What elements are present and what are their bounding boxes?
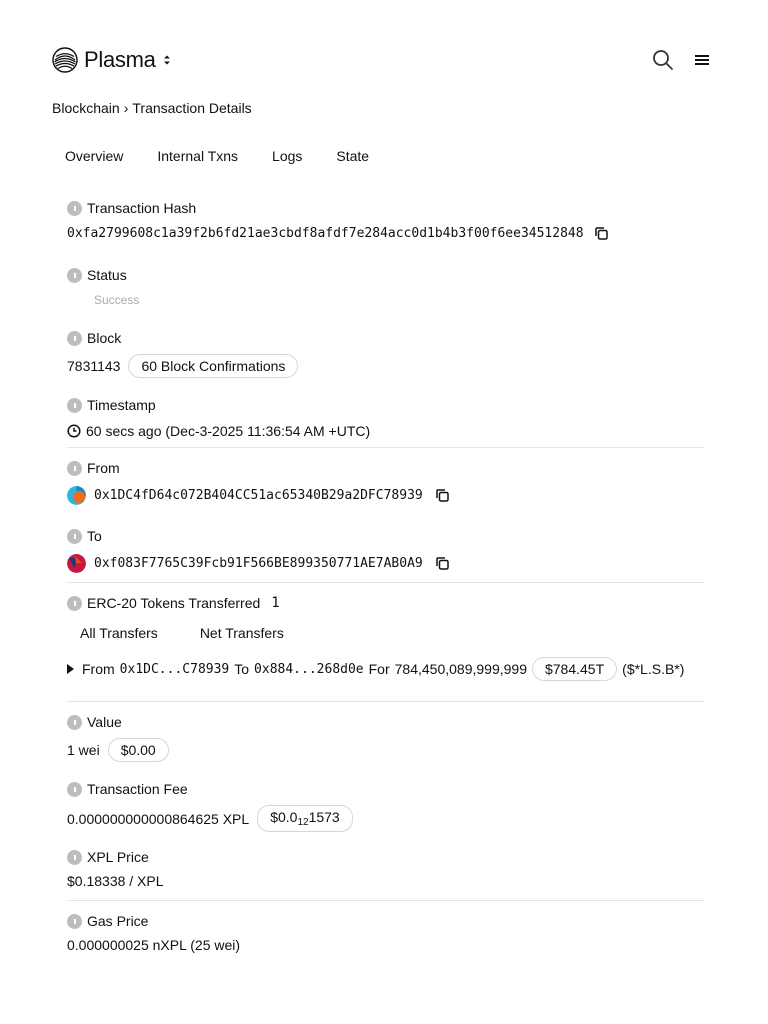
status-badge: Success	[94, 293, 140, 307]
divider	[67, 900, 704, 901]
gas-price-section: Gas Price 0.000000025 nXPL (25 wei)	[67, 913, 704, 953]
divider	[67, 582, 704, 583]
transfer-amount: 784,450,089,999,999	[394, 661, 527, 677]
fee-usd-zero-count: 12	[297, 817, 309, 828]
token-transfer-row: From 0x1DC...C78939 To 0x884...268d0e Fo…	[67, 657, 704, 681]
status-label: Status	[87, 267, 127, 283]
tab-overview[interactable]: Overview	[52, 146, 136, 166]
timestamp-label: Timestamp	[87, 397, 156, 413]
block-label: Block	[87, 330, 122, 346]
tab-internal-txns[interactable]: Internal Txns	[144, 146, 251, 166]
transfer-to-word: To	[234, 661, 250, 677]
breadcrumb-current: Transaction Details	[132, 100, 252, 116]
transaction-hash-value: 0xfa2799608c1a39f2b6fd21ae3cbdf8afdf7e28…	[67, 226, 584, 241]
copy-icon[interactable]	[594, 226, 609, 241]
transfer-token-symbol[interactable]: ($*L.S.B*)	[622, 661, 684, 677]
transaction-fee-amount: 0.000000000000864625 XPL	[67, 810, 250, 827]
to-section: To 0xf083F7765C39Fcb91F566BE899350771AE7…	[67, 528, 704, 573]
search-icon	[653, 50, 673, 70]
divider	[67, 447, 704, 448]
from-address[interactable]: 0x1DC4fD64c072B404CC51ac65340B29a2DFC789…	[94, 488, 423, 503]
plasma-logo-icon	[52, 47, 78, 73]
breadcrumb-parent[interactable]: Blockchain	[52, 100, 120, 116]
timestamp-value: 60 secs ago (Dec-3-2025 11:36:54 AM +UTC…	[86, 423, 371, 439]
transfer-for-word: For	[368, 661, 390, 677]
tab-state[interactable]: State	[323, 146, 382, 166]
copy-icon[interactable]	[435, 556, 450, 571]
xpl-price-label: XPL Price	[87, 849, 149, 865]
gas-price-value: 0.000000025 nXPL (25 wei)	[67, 937, 241, 953]
search-button[interactable]	[652, 49, 674, 71]
erc20-tokens-count: 1	[271, 595, 280, 611]
from-address-avatar	[67, 486, 86, 505]
timestamp-section: Timestamp 60 secs ago (Dec-3-2025 11:36:…	[67, 397, 704, 439]
transfer-to-address[interactable]: 0x884...268d0e	[254, 662, 364, 677]
header-actions	[652, 49, 710, 71]
expand-caret-icon[interactable]	[67, 664, 74, 674]
tab-net-transfers[interactable]: Net Transfers	[187, 623, 297, 643]
transfer-usd-badge: $784.45T	[531, 657, 618, 681]
transaction-fee-usd-badge: $0.0121573	[257, 805, 353, 832]
info-icon[interactable]	[67, 460, 82, 476]
info-icon[interactable]	[67, 200, 82, 216]
value-amount: 1 wei	[67, 742, 100, 758]
transaction-hash-label: Transaction Hash	[87, 200, 197, 216]
clock-icon	[67, 424, 81, 438]
breadcrumb-separator: ›	[123, 100, 129, 116]
copy-icon[interactable]	[435, 488, 450, 503]
tab-logs[interactable]: Logs	[259, 146, 315, 166]
xpl-price-value: $0.18338 / XPL	[67, 873, 164, 889]
network-selector[interactable]: Plasma	[52, 47, 172, 73]
transaction-fee-section: Transaction Fee 0.000000000000864625 XPL…	[67, 781, 704, 832]
erc20-tokens-section: ERC-20 Tokens Transferred 1 All Transfer…	[67, 595, 704, 681]
xpl-price-section: XPL Price $0.18338 / XPL	[67, 849, 704, 889]
block-confirmations-badge: 60 Block Confirmations	[128, 354, 299, 378]
fee-usd-prefix: $0.0	[270, 809, 298, 825]
status-section: Status Success	[67, 267, 704, 307]
hamburger-menu-icon	[695, 55, 709, 65]
info-icon[interactable]	[67, 714, 82, 730]
info-icon[interactable]	[67, 528, 82, 544]
info-icon[interactable]	[67, 595, 82, 611]
sort-arrows-icon	[163, 55, 170, 65]
transaction-fee-label: Transaction Fee	[87, 781, 188, 797]
to-address-avatar	[67, 554, 86, 573]
top-header: Plasma	[52, 44, 710, 76]
from-label: From	[87, 460, 120, 476]
info-icon[interactable]	[67, 849, 82, 865]
info-icon[interactable]	[67, 397, 82, 413]
block-number[interactable]: 7831143	[67, 358, 120, 374]
block-section: Block 7831143 60 Block Confirmations	[67, 330, 704, 378]
transfer-from-address[interactable]: 0x1DC...C78939	[120, 662, 230, 677]
from-section: From 0x1DC4fD64c072B404CC51ac65340B29a2D…	[67, 460, 704, 505]
transfer-from-word: From	[82, 661, 115, 677]
fee-usd-suffix: 1573	[308, 809, 340, 825]
info-icon[interactable]	[67, 330, 82, 346]
brand-name: Plasma	[84, 47, 156, 72]
menu-button[interactable]	[694, 53, 710, 67]
divider	[67, 701, 704, 702]
to-address[interactable]: 0xf083F7765C39Fcb91F566BE899350771AE7AB0…	[94, 556, 423, 571]
transaction-hash-section: Transaction Hash 0xfa2799608c1a39f2b6fd2…	[67, 200, 704, 241]
transfer-tabs: All Transfers Net Transfers	[67, 623, 704, 643]
breadcrumb: Blockchain › Transaction Details	[52, 100, 252, 116]
info-icon[interactable]	[67, 781, 82, 797]
value-label: Value	[87, 714, 122, 730]
detail-tabs: Overview Internal Txns Logs State	[52, 146, 390, 166]
gas-price-label: Gas Price	[87, 913, 149, 929]
value-section: Value 1 wei $0.00	[67, 714, 704, 762]
to-label: To	[87, 528, 102, 544]
tab-all-transfers[interactable]: All Transfers	[67, 623, 171, 643]
info-icon[interactable]	[67, 913, 82, 929]
value-usd-badge: $0.00	[107, 738, 169, 762]
info-icon[interactable]	[67, 267, 82, 283]
erc20-tokens-label: ERC-20 Tokens Transferred	[87, 595, 261, 611]
